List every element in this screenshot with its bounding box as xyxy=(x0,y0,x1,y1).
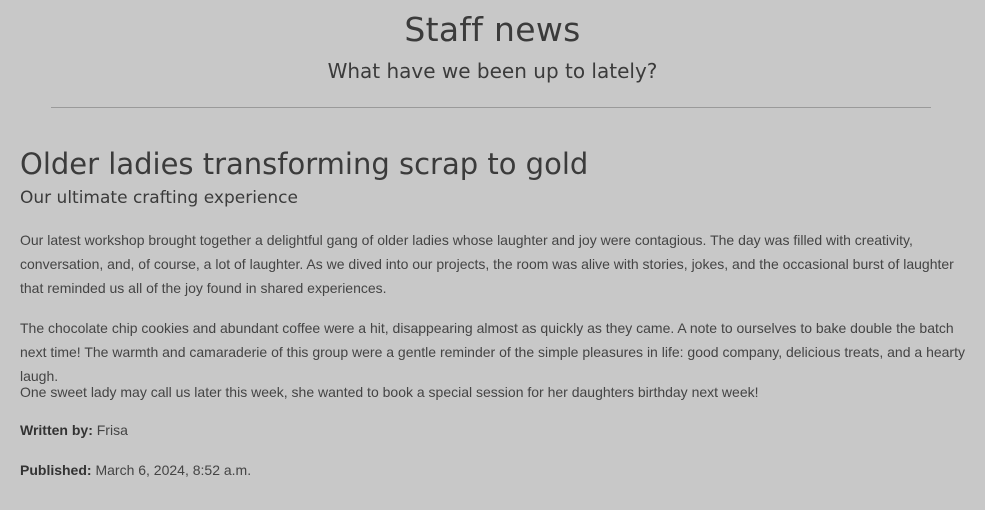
news-article: Older ladies transforming scrap to gold … xyxy=(20,144,965,478)
page-subtitle: What have we been up to lately? xyxy=(327,59,658,83)
article-title: Older ladies transforming scrap to gold xyxy=(20,147,589,181)
author-name: Frisa xyxy=(96,422,128,438)
article-author: Written by: Frisa xyxy=(20,418,965,442)
author-label: Written by: xyxy=(20,422,93,438)
article-paragraph-2: The chocolate chip cookies and abundant … xyxy=(20,320,965,384)
published-date: March 6, 2024, 8:52 a.m. xyxy=(95,462,252,478)
header-divider xyxy=(51,107,931,108)
page-title: Staff news xyxy=(404,10,581,49)
article-paragraph-1: Our latest workshop brought together a d… xyxy=(20,232,954,296)
published-label: Published: xyxy=(20,462,92,478)
article-published: Published: March 6, 2024, 8:52 a.m. xyxy=(20,458,965,482)
article-subtitle: Our ultimate crafting experience xyxy=(20,188,298,208)
article-paragraph-3: One sweet lady may call us later this we… xyxy=(20,384,759,400)
staff-news-page: Staff news What have we been up to latel… xyxy=(0,0,985,510)
